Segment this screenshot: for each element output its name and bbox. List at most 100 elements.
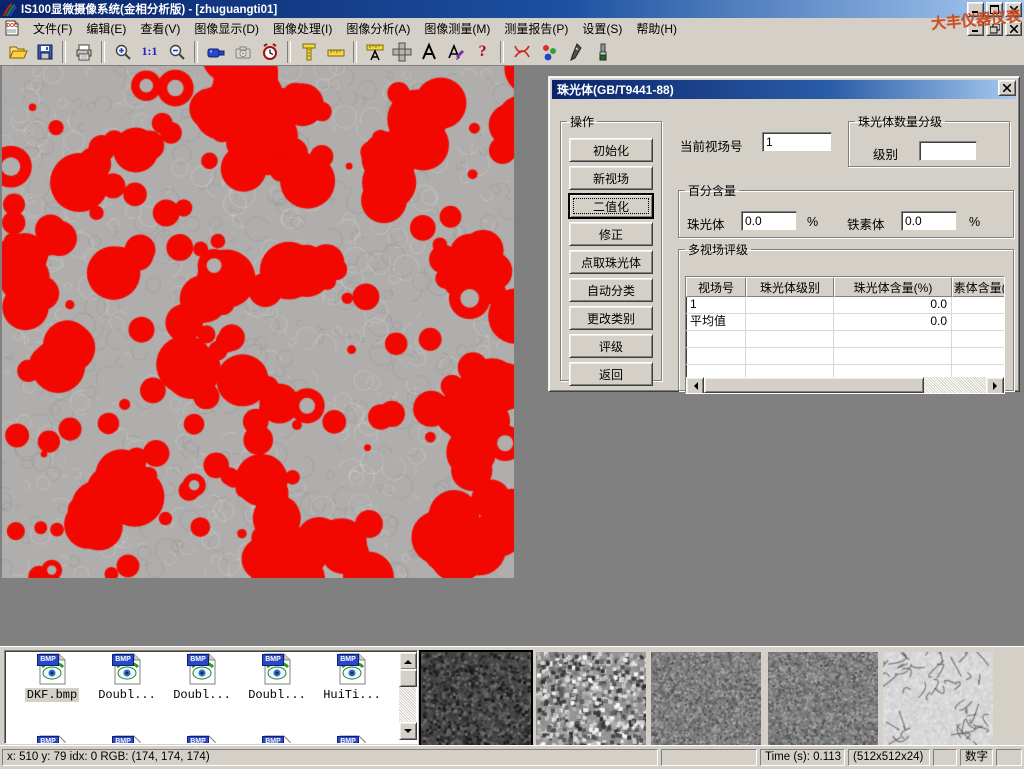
menu-image-analyze[interactable]: 图像分析(A) [339,18,417,39]
table-row[interactable] [686,331,1004,348]
table-row[interactable]: 1 0.0 [686,297,1004,314]
cell: 0.0 [834,314,952,330]
merge-tiles-button[interactable] [388,39,415,64]
col-pearlite-grade[interactable]: 珠光体级别 [746,277,834,297]
brush-button[interactable] [589,39,616,64]
pearlite-unit: % [807,215,818,229]
thumbnail-5[interactable] [883,652,993,745]
help-button[interactable]: ? [469,39,496,64]
pick-pearlite-button[interactable]: 点取珠光体 [569,250,653,274]
actual-size-button[interactable]: 1:1 [136,39,163,64]
col-ferrite-content[interactable]: 铁素体含量(%) [952,277,1005,297]
scrollbar-thumb[interactable] [399,669,417,687]
insert-text-button[interactable] [415,39,442,64]
thumbnail-1[interactable] [421,652,531,745]
file-item[interactable]: BMP Doubl... [90,653,164,702]
zoom-out-button[interactable] [163,39,190,64]
scroll-left-button[interactable] [686,377,704,394]
col-pearlite-content[interactable]: 珠光体含量(%) [834,277,952,297]
pen-button[interactable] [562,39,589,64]
video-camera-button[interactable] [202,39,229,64]
open-button[interactable] [4,39,31,64]
multi-view-group: 多视场评级 视场号 珠光体级别 珠光体含量(%) 铁素体含量(%) 1 0.0 [678,241,1014,391]
menu-view[interactable]: 查看(V) [133,18,187,39]
ruler-button[interactable] [322,39,349,64]
return-button[interactable]: 返回 [569,362,653,386]
binarize-button[interactable]: 二值化 [569,194,653,218]
file-item[interactable]: BMP DKF.bmp [15,653,89,702]
file-name[interactable]: DKF.bmp [25,688,79,702]
dialog-close-button[interactable] [998,80,1016,96]
scroll-right-button[interactable] [986,377,1004,394]
grade-input[interactable] [919,141,977,161]
new-field-button[interactable]: 新视场 [569,166,653,190]
document-icon[interactable]: DOC [4,20,20,36]
micrograph-image[interactable] [2,66,514,578]
table-h-scrollbar[interactable] [686,377,1004,393]
calibration-curve-icon [512,42,532,62]
menu-image-display[interactable]: 图像显示(D) [187,18,266,39]
cell [952,297,1005,313]
close-icon [1003,84,1011,92]
col-view-number[interactable]: 视场号 [686,277,746,297]
classify-points-button[interactable] [535,39,562,64]
dialog-title-bar[interactable]: 珠光体(GB/T9441-88) [552,80,1016,99]
dialog-body: 操作 初始化 新视场 二值化 修正 点取珠光体 自动分类 更改类别 评级 返回 … [552,99,1016,388]
edit-text-button[interactable] [442,39,469,64]
file-list[interactable]: BMP DKF.bmp BMP Doubl... BMP Doubl... BM… [4,650,418,744]
photo-camera-button[interactable] [229,39,256,64]
calibration-curve-button[interactable] [508,39,535,64]
init-button[interactable]: 初始化 [569,138,653,162]
timer-button[interactable] [256,39,283,64]
thumbnail-4[interactable] [768,652,878,745]
table-row[interactable] [686,348,1004,365]
file-item[interactable]: BMP HuiTi... [315,653,389,702]
current-view-input[interactable] [762,132,832,152]
pearlite-percent-input[interactable] [741,211,797,231]
file-name[interactable]: Doubl... [96,688,158,702]
file-item[interactable]: BMP [315,735,389,744]
file-item[interactable]: BMP [15,735,89,744]
file-item[interactable]: BMP Doubl... [240,653,314,702]
grade-label: 级别 [873,144,898,163]
file-item[interactable]: BMP [90,735,164,744]
save-button[interactable] [31,39,58,64]
menu-edit[interactable]: 编辑(E) [79,18,133,39]
scroll-up-button[interactable] [399,652,417,670]
caliper-button[interactable] [295,39,322,64]
file-item[interactable]: BMP [240,735,314,744]
status-empty-1 [661,749,757,766]
change-class-button[interactable]: 更改类别 [569,306,653,330]
menu-file[interactable]: 文件(F) [26,18,79,39]
zoom-in-button[interactable] [109,39,136,64]
thumbnail-3[interactable] [651,652,761,745]
ferrite-unit: % [969,215,980,229]
multi-view-table[interactable]: 视场号 珠光体级别 珠光体含量(%) 铁素体含量(%) 1 0.0 平均值 [685,276,1005,394]
menu-image-measure[interactable]: 图像测量(M) [417,18,497,39]
grade-group-title: 珠光体数量分级 [855,113,945,130]
table-row[interactable]: 平均值 0.0 [686,314,1004,331]
file-list-scrollbar[interactable] [399,652,416,740]
scrollbar-track[interactable] [924,377,986,393]
file-name[interactable]: HuiTi... [321,688,383,702]
rate-button[interactable]: 评级 [569,334,653,358]
menu-image-process[interactable]: 图像处理(I) [266,18,339,39]
auto-classify-button[interactable]: 自动分类 [569,278,653,302]
cell: 1 [686,297,746,313]
scroll-down-button[interactable] [399,722,417,740]
measure-text-button[interactable] [361,39,388,64]
actual-size-icon: 1:1 [142,44,158,59]
file-item[interactable]: BMP Doubl... [165,653,239,702]
menu-report[interactable]: 测量报告(P) [497,18,575,39]
thumbnail-2[interactable] [536,652,646,745]
file-name[interactable]: Doubl... [246,688,308,702]
menu-settings[interactable]: 设置(S) [575,18,629,39]
correct-button[interactable]: 修正 [569,222,653,246]
print-button[interactable] [70,39,97,64]
file-item[interactable]: BMP [165,735,239,744]
menu-help[interactable]: 帮助(H) [629,18,684,39]
file-name[interactable]: Doubl... [171,688,233,702]
insert-text-icon [419,42,439,62]
scrollbar-thumb[interactable] [704,377,924,393]
ferrite-percent-input[interactable] [901,211,957,231]
